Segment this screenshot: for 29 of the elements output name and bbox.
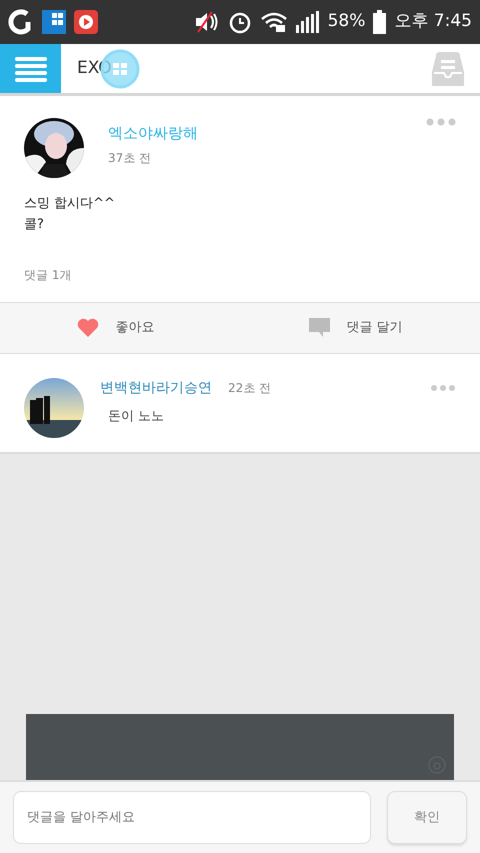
more-options-icon[interactable] xyxy=(430,384,456,392)
app-icon xyxy=(42,10,66,34)
muted-speaker-icon xyxy=(194,11,220,33)
confirm-button[interactable]: 확인 xyxy=(387,791,467,844)
author-name[interactable]: 변백현바라기승연 xyxy=(100,378,212,399)
speech-bubble-icon xyxy=(309,318,330,338)
menu-icon xyxy=(14,56,46,82)
inbox-icon[interactable] xyxy=(432,52,464,86)
wifi-icon xyxy=(260,11,288,33)
comment-button[interactable]: 댓글 달기 xyxy=(303,316,409,338)
comment-count[interactable]: 댓글 1개 xyxy=(24,266,456,284)
heart-icon xyxy=(77,318,100,338)
more-options-icon[interactable] xyxy=(426,118,456,126)
comment-input-field[interactable]: 댓글을 달아주세요 xyxy=(13,791,371,844)
video-app-icon xyxy=(74,10,98,34)
clock: 오후 7:45 xyxy=(394,10,472,34)
battery-percent: 58% xyxy=(328,10,366,34)
post-text-line: 스밍 합시다^^ xyxy=(24,195,116,213)
ad-banner[interactable] xyxy=(26,714,454,780)
comment-time: 22초 전 xyxy=(228,380,272,398)
alarm-icon xyxy=(228,10,252,34)
battery-icon xyxy=(373,10,386,34)
menu-button[interactable] xyxy=(0,44,61,93)
signal-icon xyxy=(296,11,320,33)
comment-text: 돈이 노노 xyxy=(108,408,166,426)
post-time: 37초 전 xyxy=(108,150,152,166)
author-name[interactable]: 엑소야싸랑해 xyxy=(108,122,402,144)
post-text-line: 콜? xyxy=(24,216,45,234)
like-button[interactable]: 좋아요 xyxy=(71,316,160,338)
